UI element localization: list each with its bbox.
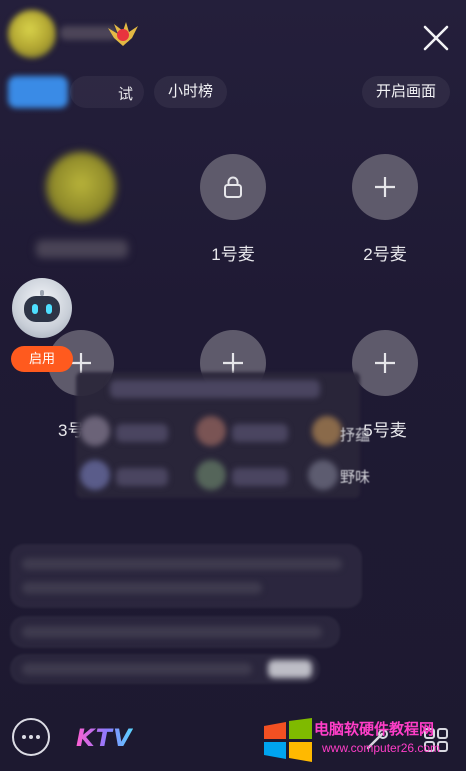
more-dots-icon [22,735,40,739]
wing-badge-icon [108,22,138,46]
blurred-row [232,424,288,442]
more-options-button[interactable] [12,718,50,756]
blurred-chat-text [22,582,262,594]
voice-room-screen: 试 小时榜 开启画面 1号麦 2号麦 3号 5号麦 启用 抒蕴 野味 KTV 电… [0,0,466,771]
blurred-avatar [196,460,226,490]
blurred-row [232,468,288,486]
enable-robot-button[interactable]: 启用 [11,346,73,372]
chat-message [10,544,362,608]
lock-icon [224,176,242,198]
watermark-url: www.computer26.com [322,741,441,755]
host-name-blurred [36,240,128,258]
blurred-avatar [80,416,110,446]
watermark-title: 电脑软硬件教程网 [314,721,435,738]
seat-2-label: 2号麦 [363,245,407,264]
seat-2-button[interactable] [352,154,418,220]
host-seat-avatar[interactable] [46,152,116,222]
blurred-row [116,424,168,442]
seat-1-button[interactable] [200,154,266,220]
blurred-row [116,468,168,486]
blurred-avatar [308,460,338,490]
blurred-avatar [196,416,226,446]
plus-icon [375,353,395,373]
robot-assistant-avatar[interactable] [12,278,72,338]
windows-logo-watermark [264,718,312,762]
blurred-avatar [80,460,110,490]
blurred-row [110,380,320,398]
seat-1-label: 1号麦 [211,245,255,264]
plus-icon [375,177,395,197]
enable-screen-chip[interactable]: 开启画面 [361,76,450,108]
robot-face-icon [24,290,60,322]
blue-tag-blurred[interactable] [8,76,68,108]
overlay-name-1: 抒蕴 [340,427,371,444]
blurred-avatar [312,416,342,446]
ktv-button[interactable]: KTV [76,720,133,756]
blurred-chat-tag [268,660,312,678]
blurred-chat-text [22,558,342,570]
room-host-avatar[interactable] [8,10,56,58]
blurred-chat-text [22,663,252,675]
seat-5-button[interactable] [352,330,418,396]
hourly-rank-chip[interactable]: 小时榜 [154,76,228,108]
blurred-chat-text [22,626,322,638]
overlay-name-2: 野味 [340,469,371,486]
chip-partial-label: 试 [118,86,134,103]
close-icon[interactable] [420,22,452,54]
